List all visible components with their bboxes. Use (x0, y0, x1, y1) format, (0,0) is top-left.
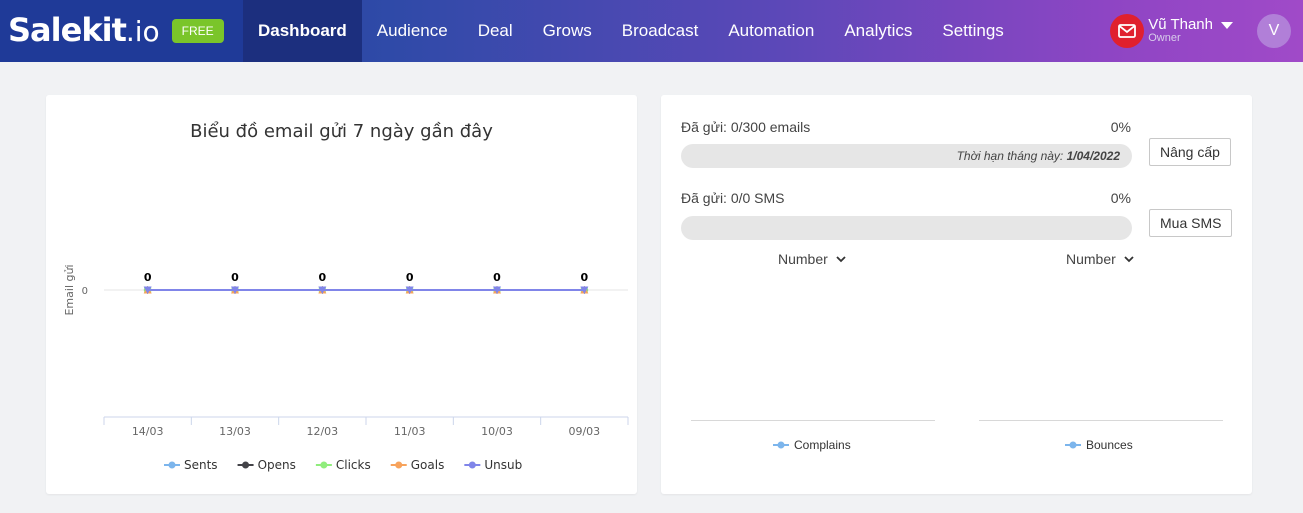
expiry-date: 1/04/2022 (1066, 149, 1120, 163)
legend-item-opens[interactable]: Opens (237, 458, 296, 472)
logo-text: Salekit (8, 11, 127, 49)
legend-item-goals[interactable]: Goals (390, 458, 445, 472)
salekit-logo[interactable]: Salekit.io (8, 0, 160, 63)
legend-marker-icon (242, 461, 250, 469)
email-quota-percent: 0% (1110, 119, 1131, 135)
legend-marker-icon (773, 441, 789, 449)
email-chart-card: Biểu đồ email gửi 7 ngày gần đây Email g… (46, 95, 637, 494)
sms-quota-label: Đã gửi: 0/0 SMS (681, 190, 785, 206)
nav-broadcast[interactable]: Broadcast (607, 0, 714, 62)
bounces-select-value: Number (1066, 251, 1116, 267)
quota-expiry-note: Thời hạn tháng này: 1/04/2022 (957, 149, 1120, 163)
data-label: 0 (231, 271, 239, 284)
complains-legend[interactable]: Complains (772, 438, 851, 452)
legend-label: Sents (184, 458, 218, 472)
complains-chart-axis (691, 420, 935, 421)
sms-quota-progress (681, 216, 1132, 240)
data-label: 0 (319, 271, 327, 284)
user-menu[interactable]: Vũ Thanh Owner (1148, 17, 1233, 44)
nav-deal[interactable]: Deal (463, 0, 528, 62)
email-line-chart: Email gửi 0 14/03 13/03 12/03 11/03 10/03 09/03… (63, 264, 629, 472)
legend-marker-icon (468, 461, 476, 469)
quota-card: Đã gửi: 0/300 emails 0% Thời hạn tháng n… (661, 95, 1252, 494)
legend-item-sents[interactable]: Sents (164, 458, 218, 472)
x-tick-label: 14/03 (132, 425, 164, 438)
complains-select-value: Number (778, 251, 828, 267)
brand-area: Salekit.io FREE (0, 0, 243, 62)
nav-analytics[interactable]: Analytics (829, 0, 927, 62)
legend-label: Opens (258, 458, 296, 472)
legend-label: Unsub (484, 458, 522, 472)
nav-grows[interactable]: Grows (528, 0, 607, 62)
legend-item-unsub[interactable]: Unsub (464, 458, 522, 472)
bounces-legend-label: Bounces (1086, 438, 1133, 452)
y-tick-label: 0 (82, 286, 88, 297)
avatar[interactable]: V (1257, 14, 1291, 48)
user-name: Vũ Thanh (1148, 16, 1213, 34)
x-tick-label: 10/03 (481, 425, 513, 438)
mail-icon[interactable] (1110, 14, 1145, 48)
user-area: Vũ Thanh Owner V (1110, 0, 1291, 62)
chevron-down-icon (836, 255, 846, 262)
chevron-down-icon (1221, 21, 1233, 29)
buy-sms-button[interactable]: Mua SMS (1149, 209, 1233, 237)
chevron-down-icon (1124, 255, 1134, 262)
sms-quota-percent: 0% (1110, 190, 1131, 206)
complains-metric-select[interactable]: Number (778, 251, 846, 267)
nav-settings[interactable]: Settings (927, 0, 1018, 62)
data-label: 0 (493, 271, 501, 284)
nav-dashboard[interactable]: Dashboard (243, 0, 362, 62)
plan-badge: FREE (171, 19, 224, 43)
data-label: 0 (144, 271, 152, 284)
nav-automation[interactable]: Automation (713, 0, 829, 62)
y-axis-title: Email gửi (63, 264, 76, 315)
top-navbar: Salekit.io FREE Dashboard Audience Deal … (0, 0, 1303, 62)
complains-legend-label: Complains (794, 438, 851, 452)
legend-item-clicks[interactable]: Clicks (315, 458, 371, 472)
bounces-metric-select[interactable]: Number (1066, 251, 1134, 267)
x-tick-label: 13/03 (219, 425, 251, 438)
x-tick-label: 11/03 (394, 425, 426, 438)
expiry-note-label: Thời hạn tháng này: (956, 149, 1064, 163)
legend-marker-icon (395, 461, 403, 469)
legend-marker-icon (1065, 441, 1081, 449)
x-tick-label: 09/03 (568, 425, 600, 438)
logo-suffix: .io (125, 15, 160, 48)
legend-label: Goals (411, 458, 445, 472)
bounces-chart-axis (979, 420, 1223, 421)
legend-marker-icon (168, 461, 176, 469)
legend-label: Clicks (336, 458, 371, 472)
email-quota-label: Đã gửi: 0/300 emails (681, 119, 811, 135)
legend-marker-icon (320, 461, 328, 469)
main-nav: Dashboard Audience Deal Grows Broadcast … (243, 0, 1019, 62)
nav-audience[interactable]: Audience (362, 0, 463, 62)
email-quota-progress: Thời hạn tháng này: 1/04/2022 (681, 144, 1132, 168)
data-label: 0 (406, 271, 414, 284)
x-tick-label: 12/03 (306, 425, 338, 438)
data-label: 0 (581, 271, 589, 284)
bounces-legend[interactable]: Bounces (1064, 438, 1133, 452)
user-role: Owner (1148, 32, 1181, 45)
upgrade-button[interactable]: Nâng cấp (1149, 138, 1231, 166)
